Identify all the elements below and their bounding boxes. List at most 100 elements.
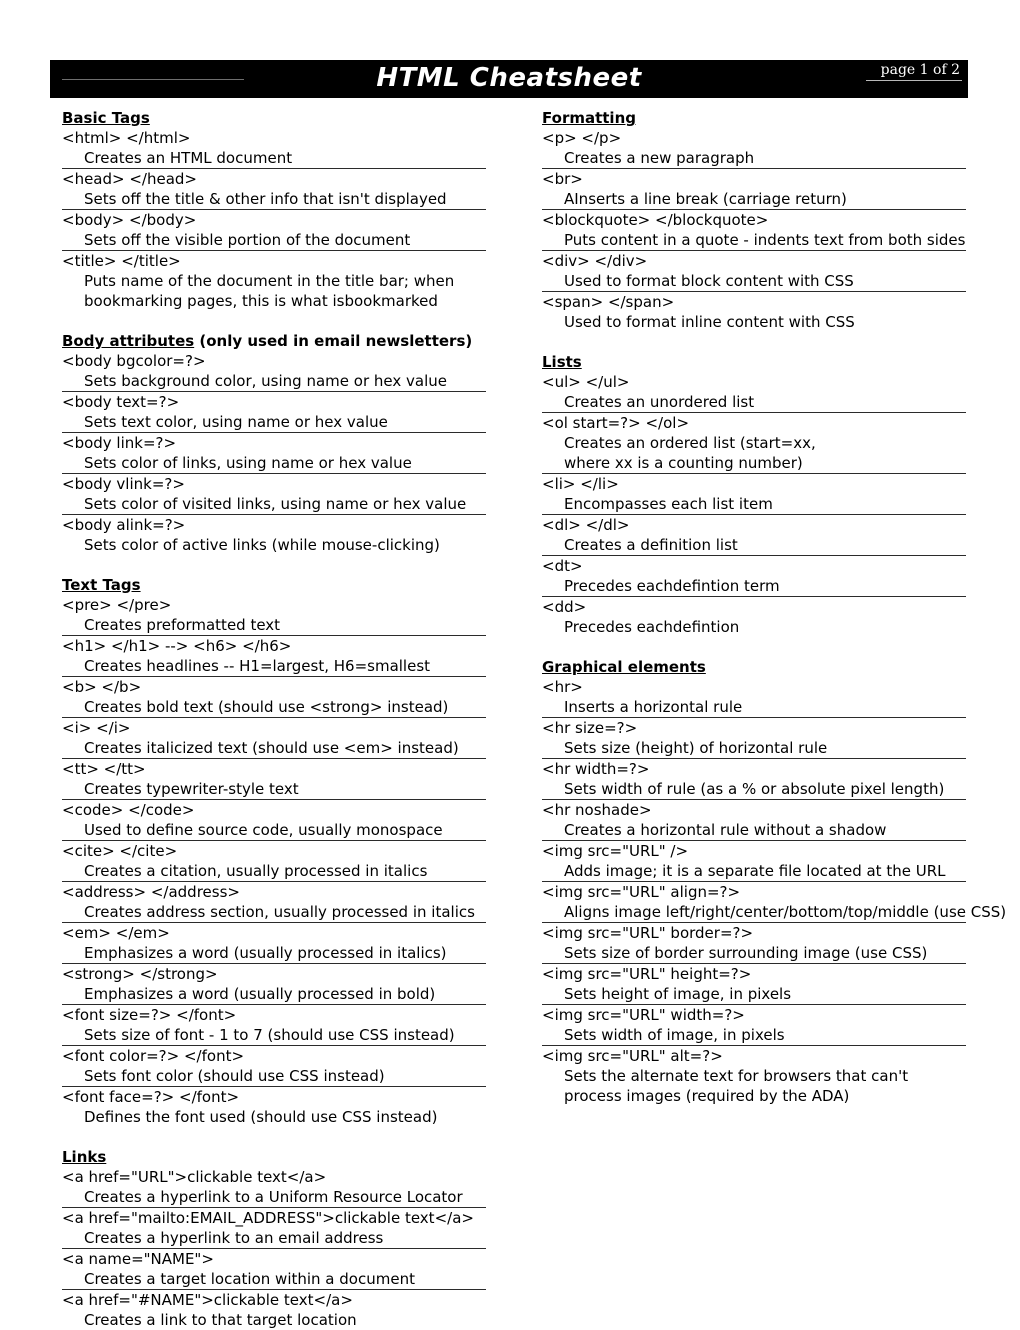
tag-entry: <dl> </dl> Creates a definition list xyxy=(542,515,966,556)
section-heading: Graphical elements xyxy=(542,657,966,677)
tag-entry: <em> </em> Emphasizes a word (usually pro… xyxy=(62,923,486,964)
tag-entry: <body alink=?> Sets color of active links… xyxy=(62,515,486,555)
section-heading-note: (only used in email newsletters) xyxy=(194,332,473,350)
tag-entry: <a href="mailto:EMAIL_ADDRESS">clickable… xyxy=(62,1208,486,1249)
tag-description: Sets color of visited links, using name … xyxy=(84,495,467,513)
tag-syntax: <cite> </cite> xyxy=(62,842,178,860)
section-heading: Lists xyxy=(542,352,966,372)
tag-syntax: <body alink=?> xyxy=(62,516,186,534)
tag-syntax: <hr width=?> xyxy=(542,760,650,778)
tag-description: Precedes eachdefintion term xyxy=(564,577,780,595)
section: Body attributes (only used in email news… xyxy=(62,331,486,555)
tag-description: Creates a target location within a docum… xyxy=(84,1270,415,1288)
tag-entry: <body link=?> Sets color of links, using … xyxy=(62,433,486,474)
tag-syntax: <font face=?> </font> xyxy=(62,1088,240,1106)
tag-entry: <hr noshade> Creates a horizontal rule wi… xyxy=(542,800,966,841)
tag-description: Adds image; it is a separate file locate… xyxy=(564,862,946,880)
tag-syntax: <a href="mailto:EMAIL_ADDRESS">clickable… xyxy=(62,1209,474,1227)
tag-description: Sets off the visible portion of the docu… xyxy=(84,231,411,249)
tag-description: AInserts a line break (carriage return) xyxy=(564,190,847,208)
tag-description: Emphasizes a word (usually processed in … xyxy=(84,985,436,1003)
tag-description: Encompasses each list item xyxy=(564,495,773,513)
page-title: HTML Cheatsheet xyxy=(376,63,642,93)
tag-description: Creates italicized text (should use <em>… xyxy=(84,739,459,757)
tag-syntax: <tt> </tt> xyxy=(62,760,146,778)
tag-entry: <dt> Precedes eachdefintion term xyxy=(542,556,966,597)
tag-syntax: <img src="URL" border=?> xyxy=(542,924,754,942)
tag-entry: <div> </div> Used to format block content… xyxy=(542,251,966,292)
tag-syntax: <body vlink=?> xyxy=(62,475,185,493)
tag-description: Sets off the title & other info that isn… xyxy=(84,190,447,208)
section-heading-label: Basic Tags xyxy=(62,109,150,127)
section-heading: Body attributes (only used in email news… xyxy=(62,331,486,351)
tag-syntax: <p> </p> xyxy=(542,129,622,147)
tag-description: Creates a hyperlink to a Uniform Resourc… xyxy=(84,1188,463,1206)
right-column: Formatting <p> </p> Creates a new paragrap… xyxy=(542,108,1006,1106)
tag-syntax: <em> </em> xyxy=(62,924,170,942)
tag-syntax: <html> </html> xyxy=(62,129,191,147)
tag-description: Sets height of image, in pixels xyxy=(564,985,792,1003)
section-heading-label: Graphical elements xyxy=(542,658,706,676)
tag-entry: <font face=?> </font> Defines the font us… xyxy=(62,1087,486,1127)
tag-entry: <i> </i> Creates italicized text (should … xyxy=(62,718,486,759)
tag-entry: <font size=?> </font> Sets size of font -… xyxy=(62,1005,486,1046)
tag-syntax: <font size=?> </font> xyxy=(62,1006,237,1024)
section-heading: Basic Tags xyxy=(62,108,486,128)
section-heading-label: Lists xyxy=(542,353,582,371)
tag-description: Creates preformatted text xyxy=(84,616,281,634)
tag-entry: <li> </li> Encompasses each list item xyxy=(542,474,966,515)
tag-description: Used to define source code, usually mono… xyxy=(84,821,443,839)
section-heading: Formatting xyxy=(542,108,966,128)
tag-entry: <font color=?> </font> Sets font color (s… xyxy=(62,1046,486,1087)
section: Basic Tags <html> </html> Creates an HTML … xyxy=(62,108,486,311)
tag-entry: <pre> </pre> Creates preformatted text xyxy=(62,595,486,636)
tag-entry: <hr width=?> Sets width of rule (as a % o… xyxy=(542,759,966,800)
tag-description: Creates an unordered list xyxy=(564,393,755,411)
tag-syntax: <br> xyxy=(542,170,583,188)
tag-entry: <br> AInserts a line break (carriage retu… xyxy=(542,169,966,210)
tag-description: Sets font color (should use CSS instead) xyxy=(84,1067,385,1085)
tag-syntax: <pre> </pre> xyxy=(62,596,172,614)
tag-description: Creates an ordered list (start=xx, where… xyxy=(564,434,816,472)
tag-syntax: <a href="URL">clickable text</a> xyxy=(62,1168,327,1186)
tag-syntax: <code> </code> xyxy=(62,801,195,819)
tag-description: Creates a new paragraph xyxy=(564,149,755,167)
tag-description: Sets the alternate text for browsers tha… xyxy=(564,1067,909,1105)
tag-entry: <body> </body> Sets off the visible porti… xyxy=(62,210,486,251)
tag-syntax: <ol start=?> </ol> xyxy=(542,414,690,432)
tag-description: Inserts a horizontal rule xyxy=(564,698,743,716)
tag-syntax: <body> </body> xyxy=(62,211,197,229)
tag-entry: <head> </head> Sets off the title & other… xyxy=(62,169,486,210)
tag-description: Creates a hyperlink to an email address xyxy=(84,1229,384,1247)
tag-syntax: <b> </b> xyxy=(62,678,142,696)
section-heading-label: Text Tags xyxy=(62,576,141,594)
tag-syntax: <hr size=?> xyxy=(542,719,638,737)
tag-entry: <ul> </ul> Creates an unordered list xyxy=(542,372,966,413)
tag-description: Sets text color, using name or hex value xyxy=(84,413,388,431)
tag-description: Creates a citation, usually processed in… xyxy=(84,862,428,880)
left-column: Basic Tags <html> </html> Creates an HTML … xyxy=(62,108,486,1330)
tag-syntax: <hr noshade> xyxy=(542,801,652,819)
page-indicator: page 1 of 2 xyxy=(880,62,960,78)
tag-syntax: <address> </address> xyxy=(62,883,240,901)
tag-entry: <cite> </cite> Creates a citation, usuall… xyxy=(62,841,486,882)
section: Lists <ul> </ul> Creates an unordered list… xyxy=(542,352,966,637)
tag-description: Precedes eachdefintion xyxy=(564,618,740,636)
tag-description: Sets color of links, using name or hex v… xyxy=(84,454,412,472)
tag-entry: <b> </b> Creates bold text (should use <s… xyxy=(62,677,486,718)
tag-description: Puts name of the document in the title b… xyxy=(84,272,455,310)
tag-entry: <blockquote> </blockquote> Puts content i… xyxy=(542,210,966,251)
tag-description: Sets size of font - 1 to 7 (should use C… xyxy=(84,1026,455,1044)
tag-entry: <a name="NAME"> Creates a target location… xyxy=(62,1249,486,1290)
tag-syntax: <title> </title> xyxy=(62,252,181,270)
tag-syntax: <blockquote> </blockquote> xyxy=(542,211,769,229)
section-heading-label: Body attributes xyxy=(62,332,195,350)
tag-description: Sets size (height) of horizontal rule xyxy=(564,739,828,757)
tag-entry: <body text=?> Sets text color, using name… xyxy=(62,392,486,433)
section-heading: Links xyxy=(62,1147,486,1167)
tag-syntax: <a name="NAME"> xyxy=(62,1250,214,1268)
tag-description: Creates a link to that target location xyxy=(84,1311,357,1329)
